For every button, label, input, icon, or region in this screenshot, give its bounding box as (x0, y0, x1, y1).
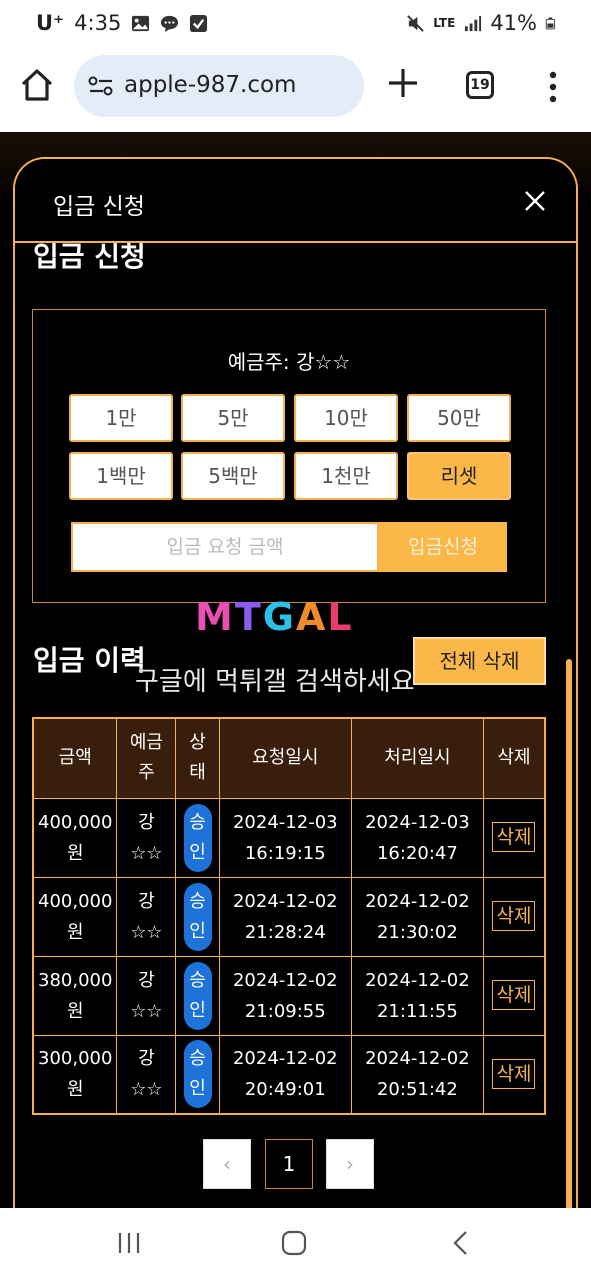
apply-deposit-button[interactable]: 입금신청 (379, 522, 507, 572)
cell-requested: 2024-12-03 16:19:15 (218, 797, 352, 878)
network-label: LTE (433, 16, 456, 30)
header-delete: 삭제 (482, 717, 546, 799)
status-badge: 승인 (183, 803, 212, 872)
clock: 4:35 (74, 11, 122, 35)
amount-button-1m[interactable]: 1백만 (69, 452, 173, 500)
site-settings-icon[interactable] (88, 75, 114, 97)
cell-requested: 2024-12-02 21:09:55 (218, 955, 352, 1036)
amount-button-10m[interactable]: 1천만 (294, 452, 398, 500)
cell-amount: 400,000원 (32, 876, 118, 957)
recent-apps-icon[interactable] (116, 1230, 142, 1256)
home-nav-icon[interactable] (281, 1230, 307, 1256)
table-row: 380,000원 강☆☆ 승인 2024-12-02 21:09:55 2024… (32, 955, 546, 1036)
modal-title: 입금 신청 (53, 194, 145, 220)
row-delete-button[interactable]: 삭제 (492, 1058, 536, 1089)
prev-page-button[interactable]: ‹ (203, 1139, 251, 1189)
delete-all-button[interactable]: 전체 삭제 (413, 637, 546, 685)
header-requested: 요청일시 (218, 717, 352, 799)
amount-input[interactable]: 입금 요청 금액 (71, 522, 379, 572)
status-bar: U⁺ 4:35 LTE 41% (0, 0, 591, 48)
table-row: 400,000원 강☆☆ 승인 2024-12-03 16:19:15 2024… (32, 797, 546, 878)
next-page-button[interactable]: › (326, 1139, 374, 1189)
watermark-text: 구글에 먹튀갤 검색하세요 (135, 667, 415, 697)
history-table: 금액 예금주 상태 요청일시 처리일시 삭제 400,000원 강☆☆ 승인 2… (32, 717, 546, 1115)
url-text: apple-987.com (124, 72, 297, 98)
cell-requested: 2024-12-02 20:49:01 (218, 1034, 352, 1115)
address-bar[interactable]: apple-987.com (74, 55, 364, 117)
header-status: 상태 (175, 717, 220, 799)
more-menu-icon[interactable] (546, 70, 560, 104)
depositor-label: 예금주: 강☆☆ (227, 350, 351, 374)
cell-processed: 2024-12-02 21:11:55 (350, 955, 484, 1036)
status-badge: 승인 (183, 882, 212, 951)
cell-processed: 2024-12-03 16:20:47 (350, 797, 484, 878)
amount-button-5m[interactable]: 5백만 (181, 452, 285, 500)
current-page-button[interactable]: 1 (265, 1139, 313, 1189)
browser-toolbar: apple-987.com 19 (0, 48, 591, 132)
cell-processed: 2024-12-02 20:51:42 (350, 1034, 484, 1115)
system-navigation-bar (0, 1208, 591, 1280)
close-icon[interactable] (523, 189, 547, 213)
reset-button[interactable]: 리셋 (407, 452, 511, 500)
amount-button-50k[interactable]: 5만 (181, 394, 285, 442)
status-badge: 승인 (183, 961, 212, 1030)
cell-amount: 380,000원 (32, 955, 118, 1036)
row-delete-button[interactable]: 삭제 (492, 822, 536, 852)
image-notification-icon (132, 15, 150, 31)
cell-processed: 2024-12-02 21:30:02 (350, 876, 484, 957)
amount-button-500k[interactable]: 50만 (407, 394, 511, 442)
check-notification-icon (190, 14, 208, 32)
watermark-logo: MTGAL (195, 595, 354, 639)
cell-amount: 400,000원 (32, 797, 118, 878)
carrier-label: U⁺ (36, 11, 65, 35)
table-row: 400,000원 강☆☆ 승인 2024-12-02 21:28:24 2024… (32, 876, 546, 957)
chat-notification-icon (161, 15, 179, 32)
history-title: 입금 이력 (33, 644, 146, 677)
signal-icon (465, 15, 482, 31)
scrollbar[interactable] (566, 659, 572, 1217)
cell-depositor: 강☆☆ (116, 797, 177, 878)
header-depositor: 예금주 (116, 717, 177, 799)
battery-label: 41% (490, 11, 537, 35)
cell-depositor: 강☆☆ (116, 876, 177, 957)
mute-icon (407, 14, 425, 32)
table-header-row: 금액 예금주 상태 요청일시 처리일시 삭제 (32, 717, 546, 799)
deposit-modal: 입금 신청 입금 신청 예금주: 강☆☆ 1만 5만 10만 50만 1백만 5… (13, 157, 578, 1217)
home-icon[interactable] (18, 66, 56, 104)
new-tab-icon[interactable] (386, 66, 420, 100)
cell-requested: 2024-12-02 21:28:24 (218, 876, 352, 957)
deposit-form: 예금주: 강☆☆ 1만 5만 10만 50만 1백만 5백만 1천만 리셋 입금… (32, 309, 546, 603)
row-delete-button[interactable]: 삭제 (492, 980, 536, 1010)
row-delete-button[interactable]: 삭제 (492, 901, 536, 931)
amount-button-100k[interactable]: 10만 (294, 394, 398, 442)
tab-switcher-button[interactable]: 19 (466, 71, 494, 99)
cell-amount: 300,000원 (32, 1034, 118, 1115)
cell-depositor: 강☆☆ (116, 955, 177, 1036)
battery-icon (545, 17, 556, 29)
modal-header: 입금 신청 (15, 159, 576, 243)
amount-button-10k[interactable]: 1만 (69, 394, 173, 442)
header-processed: 처리일시 (350, 717, 484, 799)
pagination: ‹ 1 › (15, 1139, 576, 1189)
back-icon[interactable] (448, 1230, 474, 1256)
status-badge: 승인 (183, 1040, 212, 1109)
header-amount: 금액 (32, 717, 118, 799)
table-row: 300,000원 강☆☆ 승인 2024-12-02 20:49:01 2024… (32, 1034, 546, 1115)
cell-depositor: 강☆☆ (116, 1034, 177, 1115)
